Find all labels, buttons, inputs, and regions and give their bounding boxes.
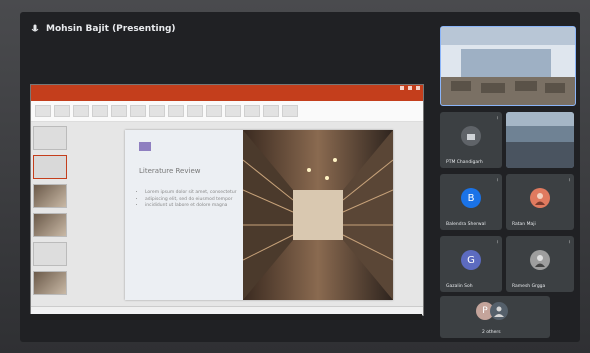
bullet-item: Lorem ipsum dolor sit amet, consectetur [145, 190, 237, 197]
avatar: B [461, 188, 481, 208]
slide-text-panel: Literature Review Lorem ipsum dolor sit … [125, 130, 243, 300]
more-icon[interactable]: ⁝ [569, 239, 570, 244]
slide-thumbnail[interactable] [33, 242, 67, 266]
meeting-screen: Mohsin Bajit (Presenting) Literature Rev… [20, 12, 580, 342]
slide-thumbnail[interactable] [33, 184, 67, 208]
others-label: 2 others [482, 330, 501, 335]
room-icon [467, 134, 475, 140]
shared-screen: Literature Review Lorem ipsum dolor sit … [30, 84, 424, 316]
current-slide: Literature Review Lorem ipsum dolor sit … [125, 130, 393, 300]
participant-tile[interactable] [506, 112, 574, 168]
slide-thumbnail[interactable] [33, 126, 67, 150]
participant-name: PTM Chandigarh [446, 160, 483, 165]
library-photo [243, 130, 393, 300]
bullet-item: incididunt ut labore et dolore magna [145, 203, 237, 210]
others-tile[interactable]: P 2 others [440, 296, 550, 338]
avatar [530, 188, 550, 208]
avatar [530, 250, 550, 270]
slide-thumbnail[interactable] [33, 155, 67, 179]
participant-name: Ramesh Grgga [512, 284, 546, 289]
more-icon[interactable]: ⁝ [569, 177, 570, 182]
close-icon[interactable] [416, 86, 420, 90]
participant-name: Ratan Maji [512, 222, 536, 227]
mic-icon [31, 24, 39, 32]
ppt-ribbon [31, 101, 423, 122]
avatar [461, 126, 481, 146]
participant-tile[interactable]: ⁝ Ratan Maji [506, 174, 574, 230]
participant-name: Gazalin Soh [446, 284, 473, 289]
monitor-bezel: Mohsin Bajit (Presenting) Literature Rev… [0, 0, 590, 353]
presenter-indicator: Mohsin Bajit (Presenting) [30, 24, 176, 34]
person-photo-icon [535, 255, 545, 267]
pinned-video-tile[interactable] [440, 26, 576, 106]
minimize-icon[interactable] [400, 86, 404, 90]
slide-thumbnail[interactable] [33, 213, 67, 237]
presenter-label: Mohsin Bajit (Presenting) [46, 24, 176, 34]
windows-taskbar [30, 314, 422, 320]
ppt-titlebar [31, 85, 423, 94]
participant-tile[interactable]: ⁝ PTM Chandigarh [440, 112, 502, 168]
slide-thumbnails [33, 126, 69, 304]
participant-tile[interactable]: B ⁝ Balendra Sherwal [440, 174, 502, 230]
avatar: G [461, 250, 481, 270]
slide-accent-block [139, 142, 151, 151]
ppt-workspace: Literature Review Lorem ipsum dolor sit … [31, 122, 423, 307]
participant-tile[interactable]: ⁝ Ramesh Grgga [506, 236, 574, 292]
ppt-menu-bar [31, 94, 423, 101]
more-icon[interactable]: ⁝ [497, 115, 498, 120]
participant-tile[interactable]: G ⁝ Gazalin Soh [440, 236, 502, 292]
slide-title: Literature Review [139, 167, 201, 175]
avatar [490, 302, 508, 320]
maximize-icon[interactable] [408, 86, 412, 90]
slide-thumbnail[interactable] [33, 271, 67, 295]
classroom-video [506, 112, 574, 168]
participant-name: Balendra Sherwal [446, 222, 486, 227]
more-icon[interactable]: ⁝ [497, 239, 498, 244]
slide-bullets: Lorem ipsum dolor sit amet, consectetur … [139, 190, 237, 210]
person-photo-icon [494, 306, 504, 317]
more-icon[interactable]: ⁝ [497, 177, 498, 182]
person-photo-icon [535, 193, 545, 205]
